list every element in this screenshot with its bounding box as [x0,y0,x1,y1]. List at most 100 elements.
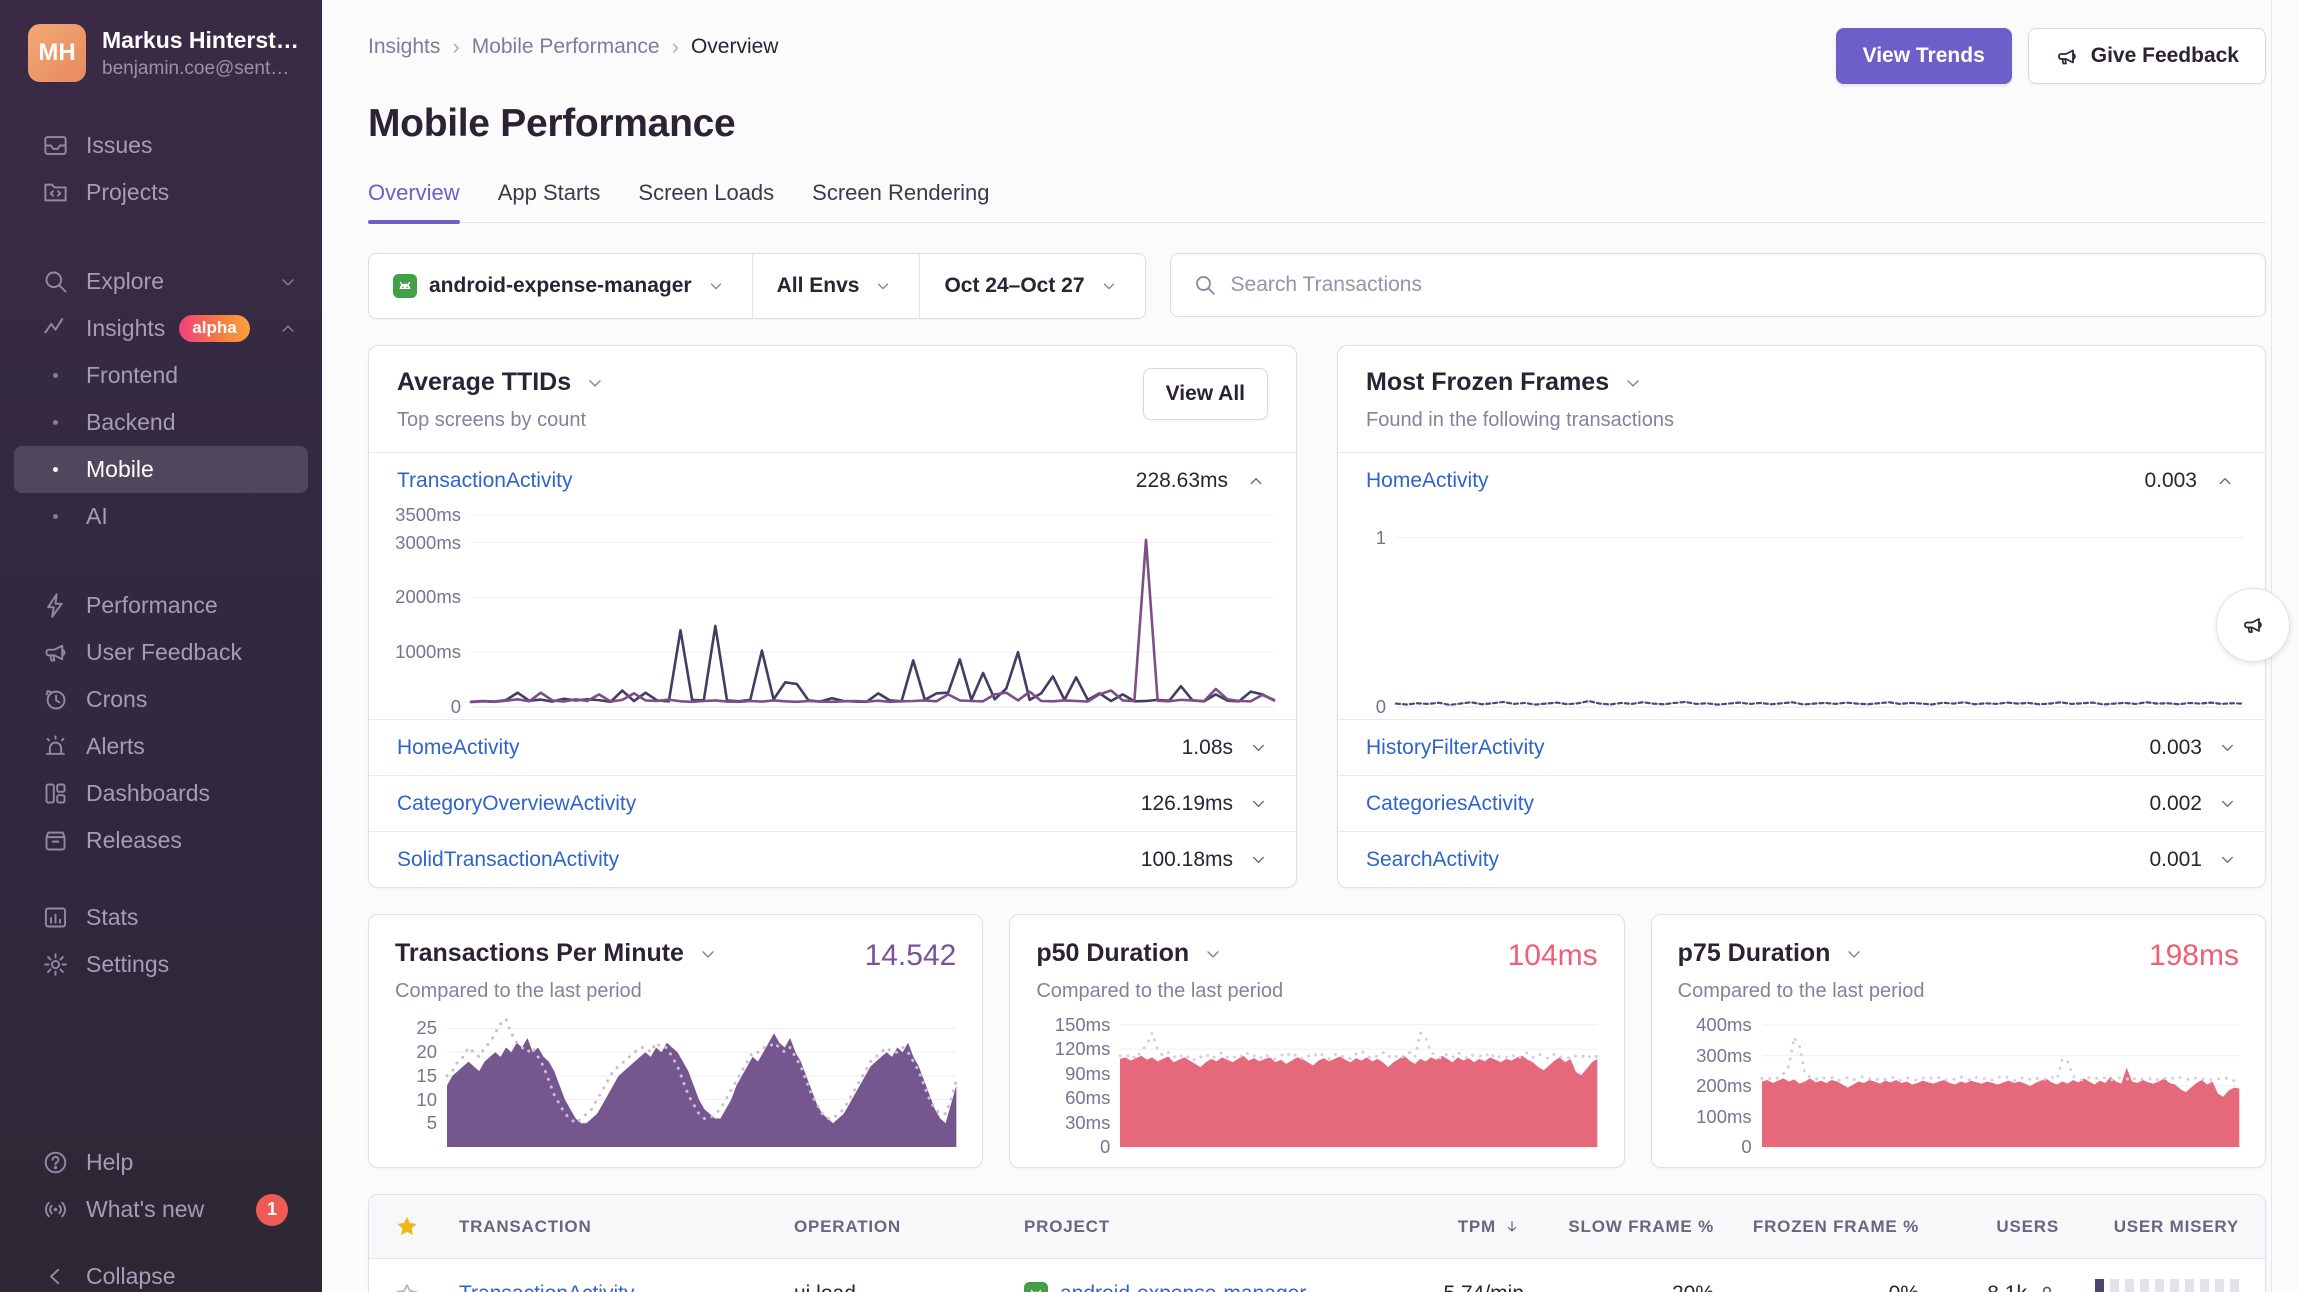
sidebar-item-label: Performance [86,592,218,619]
releases-icon [24,827,86,854]
sidebar-item-ai[interactable]: AI [14,493,308,540]
panel-title: Average TTIDs [397,368,571,397]
breadcrumb-item[interactable]: Insights [368,35,440,59]
chevron-down-icon[interactable] [583,373,607,393]
chevron-down-icon[interactable] [1249,850,1268,869]
sidebar-item-collapse[interactable]: Collapse [14,1253,308,1292]
sidebar-item-alerts[interactable]: Alerts [14,723,308,770]
transaction-link[interactable]: CategoryOverviewActivity [397,792,636,816]
sidebar-item-frontend[interactable]: Frontend [14,352,308,399]
search-icon [24,268,86,295]
tpm-chart: 252015105 [395,1019,956,1147]
y-axis-tick: 300ms [1696,1045,1752,1067]
sidebar-item-stats[interactable]: Stats [14,894,308,941]
col-tpm-sorted[interactable]: TPM [1374,1217,1524,1237]
sidebar-item-user-feedback[interactable]: User Feedback [14,629,308,676]
sidebar-item-issues[interactable]: Issues [14,122,308,169]
transaction-value: 0.002 [2149,792,2202,816]
sidebar-item-insights[interactable]: Insightsalpha [14,305,308,352]
sidebar-item-mobile[interactable]: Mobile [14,446,308,493]
chevron-down-icon[interactable] [2218,738,2237,757]
misery-segment [2155,1279,2164,1292]
transaction-link[interactable]: TransactionActivity [397,469,572,493]
chevron-down-icon[interactable] [1621,373,1645,393]
chevron-down-icon[interactable] [2218,794,2237,813]
chevron-down-icon[interactable] [1249,794,1268,813]
tab-overview[interactable]: Overview [368,180,460,222]
sidebar-item-label: Stats [86,904,138,931]
col-project[interactable]: PROJECT [1024,1217,1374,1237]
col-frozen-frame[interactable]: FROZEN FRAME % [1714,1217,1919,1237]
search-transactions-input[interactable] [1231,273,2243,297]
sidebar-item-dashboards[interactable]: Dashboards [14,770,308,817]
project-selector-label: android-expense-manager [429,274,692,298]
chevron-down-icon[interactable] [1249,738,1268,757]
alpha-badge: alpha [179,315,249,342]
sidebar-item-label: Issues [86,132,152,159]
view-trends-button[interactable]: View Trends [1836,28,2012,84]
col-slow-frame[interactable]: SLOW FRAME % [1524,1217,1714,1237]
chevron-down-icon [704,277,728,295]
p50-duration-panel: p50 Duration Compared to the last period… [1009,914,1624,1168]
sidebar-item-releases[interactable]: Releases [14,817,308,864]
breadcrumb-item[interactable]: Mobile Performance [472,35,660,59]
tab-screen-loads[interactable]: Screen Loads [638,180,774,222]
project-selector[interactable]: android-expense-manager [369,254,752,318]
chevron-down-icon[interactable] [2218,850,2237,869]
col-transaction[interactable]: TRANSACTION [459,1217,794,1237]
sidebar-item-help[interactable]: Help [14,1139,308,1186]
user-menu[interactable]: MH Markus Hinterst… benjamin.coe@sent… [0,0,322,92]
bullet-icon [24,467,86,472]
sidebar-item-backend[interactable]: Backend [14,399,308,446]
view-all-button[interactable]: View All [1143,368,1268,420]
sidebar-item-performance[interactable]: Performance [14,582,308,629]
search-icon [1193,273,1217,297]
transaction-value: 100.18ms [1141,848,1233,872]
y-axis-tick: 0 [1100,1136,1110,1158]
col-user-misery[interactable]: USER MISERY [2059,1217,2239,1237]
environment-selector[interactable]: All Envs [752,254,920,318]
transaction-row: CategoriesActivity 0.002 [1338,775,2265,831]
sidebar-item-what-s-new[interactable]: What's new1 [14,1186,308,1233]
tpm-cell: 5.74/min [1374,1282,1524,1292]
user-email: benjamin.coe@sent… [102,58,299,80]
transaction-value: 0.003 [2144,469,2197,493]
chevron-down-icon[interactable] [696,944,720,964]
chevron-down-icon[interactable] [1201,944,1225,964]
sidebar-item-explore[interactable]: Explore [14,258,308,305]
chevron-up-icon[interactable] [2213,472,2237,491]
tab-screen-rendering[interactable]: Screen Rendering [812,180,989,222]
transaction-link[interactable]: HomeActivity [1366,469,1489,493]
tab-app-starts[interactable]: App Starts [498,180,601,222]
transaction-link[interactable]: HomeActivity [397,736,520,760]
col-users[interactable]: USERS [1919,1217,2059,1237]
star-outline-icon[interactable] [395,1282,419,1292]
y-axis-tick: 150ms [1055,1014,1111,1036]
panel-title: Transactions Per Minute [395,939,684,968]
tpm-value: 14.542 [865,939,957,973]
y-axis-tick: 0 [1376,696,1386,718]
give-feedback-button[interactable]: Give Feedback [2028,28,2266,84]
transaction-link[interactable]: SolidTransactionActivity [397,848,619,872]
chevron-up-icon[interactable] [1244,472,1268,491]
sidebar-item-projects[interactable]: Projects [14,169,308,216]
sidebar-item-crons[interactable]: Crons [14,676,308,723]
users-cell: 8.1k [1919,1282,2059,1292]
transaction-link[interactable]: HistoryFilterActivity [1366,736,1545,760]
transaction-link[interactable]: SearchActivity [1366,848,1499,872]
sidebar-item-label: Projects [86,179,169,206]
date-range-selector[interactable]: Oct 24–Oct 27 [919,254,1144,318]
breadcrumb: Insights›Mobile Performance›Overview [368,28,778,60]
sidebar-item-label: AI [86,503,108,530]
transaction-link[interactable]: TransactionActivity [459,1282,794,1292]
sidebar-item-settings[interactable]: Settings [14,941,308,988]
col-operation[interactable]: OPERATION [794,1217,1024,1237]
floating-feedback-button[interactable] [2216,588,2290,662]
bullet-icon [24,514,86,519]
breadcrumb-separator: › [672,34,679,60]
chevron-down-icon[interactable] [1842,944,1866,964]
misery-segment-filled [2095,1279,2104,1292]
transaction-link[interactable]: CategoriesActivity [1366,792,1534,816]
project-link[interactable]: android-expense-manager [1060,1282,1306,1292]
star-icon[interactable] [395,1214,419,1239]
